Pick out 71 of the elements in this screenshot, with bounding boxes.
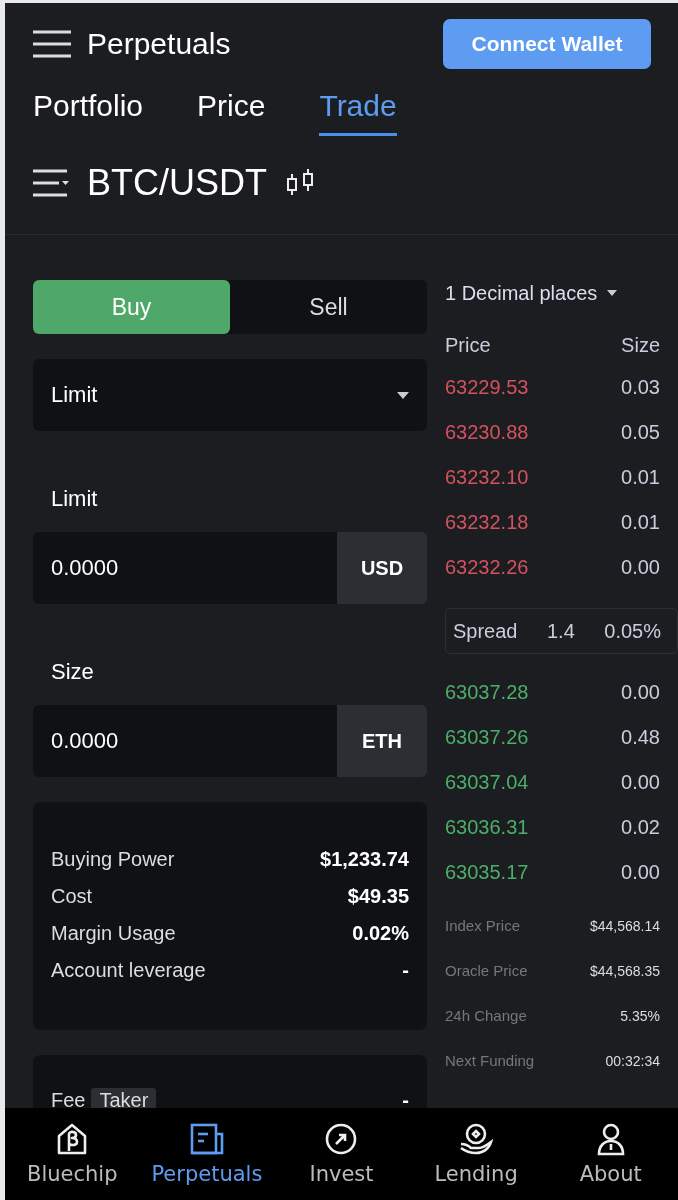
order-size: 0.48	[621, 726, 660, 749]
spread-percent: 0.05%	[604, 619, 661, 643]
summary-label: Margin Usage	[51, 922, 176, 945]
stat-label: Index Price	[445, 917, 521, 934]
dropdown-caret-icon	[397, 391, 409, 399]
fee-label: Fee	[51, 1089, 86, 1108]
fee-type-tag: Taker	[91, 1088, 157, 1108]
stat-label: Oracle Price	[445, 962, 528, 979]
order-size: 0.05	[621, 421, 660, 444]
nav-tab[interactable]: Price	[197, 89, 266, 136]
unit-label: ETH	[337, 705, 427, 777]
summary-value: 0.02%	[352, 922, 409, 945]
input-field[interactable]: 0.0000	[33, 705, 337, 777]
order-size: 0.00	[621, 681, 660, 704]
dropdown-caret-icon	[607, 290, 618, 296]
bottom-nav-item[interactable]: Bluechip	[5, 1108, 140, 1200]
order-size: 0.01	[621, 511, 660, 534]
stat-label: 24h Change	[445, 1007, 527, 1024]
spread-value: 1.4	[547, 619, 575, 643]
input-field[interactable]: 0.0000	[33, 532, 337, 604]
compass-icon	[324, 1122, 359, 1156]
document-icon	[188, 1122, 225, 1156]
spread-label: Spread	[453, 619, 518, 643]
person-icon	[595, 1122, 626, 1156]
column-header: Size	[621, 333, 660, 357]
fee-value: -	[402, 1089, 409, 1108]
bid-price: 63037.28	[445, 681, 529, 704]
field-label: Limit	[51, 486, 99, 513]
unit-label: USD	[337, 532, 427, 604]
nav-tab[interactable]: Portfolio	[33, 89, 144, 136]
summary-value: -	[402, 959, 409, 982]
hand-coin-icon	[458, 1122, 495, 1156]
bid-price: 63035.17	[445, 861, 529, 884]
side-toggle[interactable]: Sell	[230, 280, 427, 334]
order-size: 0.00	[621, 556, 660, 579]
order-type-dropdown[interactable]: Limit	[33, 359, 427, 431]
order-size: 0.02	[621, 816, 660, 839]
bottom-nav-item[interactable]: About	[543, 1108, 678, 1200]
market-list-icon[interactable]	[33, 169, 69, 197]
bid-price: 63037.26	[445, 726, 529, 749]
summary-value: $49.35	[347, 885, 409, 908]
field-label: Size	[51, 659, 95, 686]
summary-label: Account leverage	[51, 959, 206, 982]
order-size: 0.03	[621, 376, 660, 399]
ask-price: 63232.26	[445, 556, 529, 579]
order-size: 0.01	[621, 466, 660, 489]
order-size: 0.00	[621, 861, 660, 884]
summary-value: $1,233.74	[320, 848, 409, 871]
app-title: Perpetuals	[87, 27, 232, 61]
bid-price: 63036.31	[445, 816, 529, 839]
summary-label: Cost	[51, 885, 93, 908]
bottom-nav-item[interactable]: Lending	[408, 1108, 544, 1200]
stat-value: $44,568.14	[589, 917, 660, 934]
ask-price: 63230.88	[445, 421, 529, 444]
stat-value: 5.35%	[620, 1007, 660, 1024]
ask-price: 63232.10	[445, 466, 529, 489]
stat-value: 00:32:34	[605, 1052, 660, 1069]
decimal-places-dropdown[interactable]: 1 Decimal places	[445, 280, 660, 306]
bid-price: 63037.04	[445, 771, 529, 794]
market-pair[interactable]: BTC/USDT	[87, 162, 267, 204]
column-header: Price	[445, 333, 491, 357]
nav-tab[interactable]: Trade	[319, 89, 397, 136]
ask-price: 63232.18	[445, 511, 529, 534]
order-size: 0.00	[621, 771, 660, 794]
ask-price: 63229.53	[445, 376, 529, 399]
stat-value: $44,568.35	[589, 962, 660, 979]
summary-label: Buying Power	[51, 848, 175, 871]
menu-icon[interactable]	[33, 30, 71, 58]
bottom-nav-item[interactable]: Perpetuals	[139, 1108, 275, 1200]
bottom-nav-item[interactable]: Invest	[274, 1108, 409, 1200]
stat-label: Next Funding	[445, 1052, 535, 1069]
